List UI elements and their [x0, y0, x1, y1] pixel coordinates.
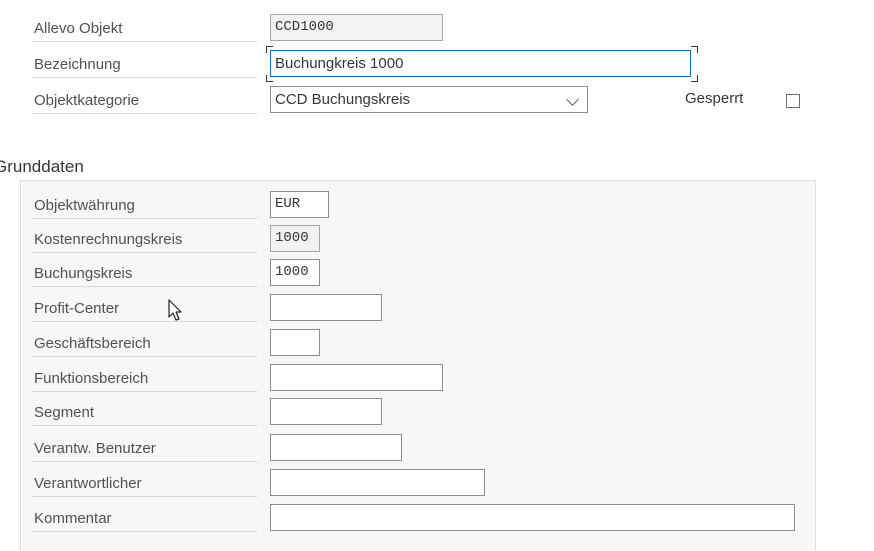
- segment-label: Segment: [32, 400, 257, 426]
- kommentar-label: Kommentar: [32, 506, 257, 532]
- verantwortlicher-label: Verantwortlicher: [32, 471, 257, 497]
- verantwortlicher-input[interactable]: [270, 469, 485, 496]
- objektwaehrung-label: Objektwährung: [32, 193, 257, 219]
- geschaeftsbereich-input[interactable]: [270, 329, 320, 356]
- focus-corner: [691, 46, 698, 53]
- mouse-pointer-icon: [168, 299, 182, 321]
- verantw-benutzer-label: Verantw. Benutzer: [32, 436, 257, 462]
- kommentar-input[interactable]: [270, 504, 795, 531]
- bezeichnung-label: Bezeichnung: [32, 52, 257, 78]
- bezeichnung-input[interactable]: Buchungkreis 1000: [270, 50, 691, 77]
- allevo-objekt-field[interactable]: CCD1000: [270, 14, 443, 41]
- focus-corner: [266, 46, 273, 53]
- funktionsbereich-input[interactable]: [270, 364, 443, 391]
- geschaeftsbereich-label: Geschäftsbereich: [32, 331, 257, 357]
- objektwaehrung-input[interactable]: EUR: [270, 191, 329, 218]
- buchungskreis-label: Buchungskreis: [32, 261, 257, 287]
- focus-corner: [691, 75, 698, 82]
- kostenrechnungskreis-field[interactable]: 1000: [270, 225, 320, 252]
- focus-corner: [266, 75, 273, 82]
- funktionsbereich-label: Funktionsbereich: [32, 366, 257, 392]
- allevo-objekt-label: Allevo Objekt: [32, 16, 257, 42]
- profit-center-input[interactable]: [270, 294, 382, 321]
- chevron-down-icon[interactable]: [566, 93, 579, 106]
- buchungskreis-input[interactable]: 1000: [270, 259, 320, 286]
- objektkategorie-select[interactable]: CCD Buchungskreis: [270, 86, 588, 113]
- verantw-benutzer-input[interactable]: [270, 434, 402, 461]
- objektkategorie-value: CCD Buchungskreis: [275, 91, 411, 108]
- gesperrt-checkbox[interactable]: [786, 94, 800, 108]
- gesperrt-label: Gesperrt: [685, 90, 744, 107]
- kostenrechnungskreis-label: Kostenrechnungskreis: [32, 227, 257, 253]
- profit-center-label: Profit-Center: [32, 296, 257, 322]
- objektkategorie-label: Objektkategorie: [32, 88, 257, 114]
- section-title: Grunddaten: [0, 157, 84, 176]
- segment-input[interactable]: [270, 398, 382, 425]
